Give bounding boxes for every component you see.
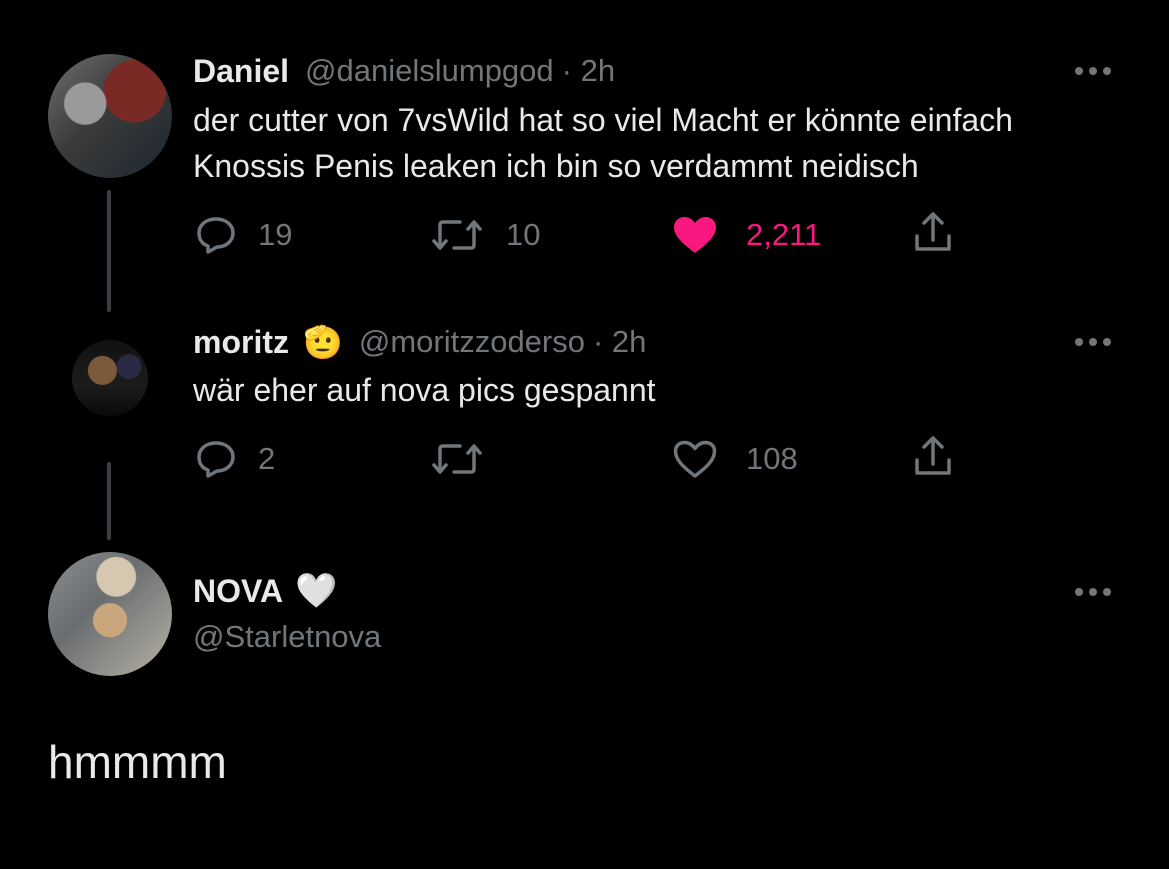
like-button[interactable]: 2,211 [672, 213, 821, 257]
reply-button[interactable]: 19 [196, 213, 292, 257]
retweet-icon [432, 444, 482, 474]
heart-filled-icon [674, 217, 716, 253]
reply-count: 19 [258, 217, 293, 252]
author-handle[interactable]: @Starletnova [193, 619, 381, 655]
main-tweet-text: hmmmm [48, 736, 227, 788]
tweet-text-line: der cutter von 7vsWild hat so viel Macht… [193, 102, 1013, 138]
tweet-time[interactable]: · 2h [593, 324, 646, 360]
tweet-text: wär eher auf nova pics gespannt [193, 367, 656, 413]
author-name[interactable]: NOVA [193, 573, 283, 610]
retweet-icon [432, 220, 482, 250]
like-count: 108 [746, 441, 798, 476]
avatar-moritz[interactable] [72, 340, 148, 416]
more-options-icon[interactable] [1075, 67, 1111, 75]
heart-outline-icon [673, 440, 717, 478]
thread-connector-line [107, 190, 111, 312]
author-name[interactable]: moritz [193, 324, 289, 361]
thread-connector-line [107, 462, 111, 540]
share-icon [915, 436, 951, 475]
tweet-header: moritz 🫡 @moritzzoderso · 2h [193, 322, 646, 362]
like-button[interactable]: 108 [672, 437, 798, 481]
reply-icon [197, 441, 235, 478]
retweet-button[interactable] [430, 437, 506, 481]
avatar-nova[interactable] [48, 552, 172, 676]
more-options-icon[interactable] [1075, 588, 1111, 596]
share-icon [915, 212, 951, 251]
tweet-header: NOVA 🤍 [193, 570, 337, 612]
white-heart-emoji: 🤍 [295, 572, 338, 610]
avatar-daniel[interactable] [48, 54, 172, 178]
share-button[interactable] [912, 434, 954, 478]
author-name[interactable]: Daniel [193, 53, 289, 90]
author-handle-row: @Starletnova [193, 617, 381, 657]
retweet-count: 10 [506, 217, 541, 252]
reply-icon [197, 217, 235, 254]
tweet-text: der cutter von 7vsWild hat so viel Macht… [193, 97, 1013, 189]
retweet-button[interactable]: 10 [430, 213, 540, 257]
share-button[interactable] [912, 210, 954, 254]
tweet-text-line: wär eher auf nova pics gespannt [193, 372, 656, 408]
tweet-header: Daniel @danielslumpgod · 2h [193, 52, 615, 90]
saluting-face-emoji: 🫡 [303, 324, 343, 360]
tweet-time[interactable]: · 2h [562, 53, 615, 89]
reply-button[interactable]: 2 [196, 437, 275, 481]
like-count: 2,211 [746, 217, 822, 252]
reply-count: 2 [258, 441, 276, 476]
author-handle[interactable]: @moritzzoderso [359, 324, 585, 360]
author-handle[interactable]: @danielslumpgod [305, 53, 554, 89]
more-options-icon[interactable] [1075, 338, 1111, 346]
tweet-text-line: Knossis Penis leaken ich bin so verdammt… [193, 148, 919, 184]
